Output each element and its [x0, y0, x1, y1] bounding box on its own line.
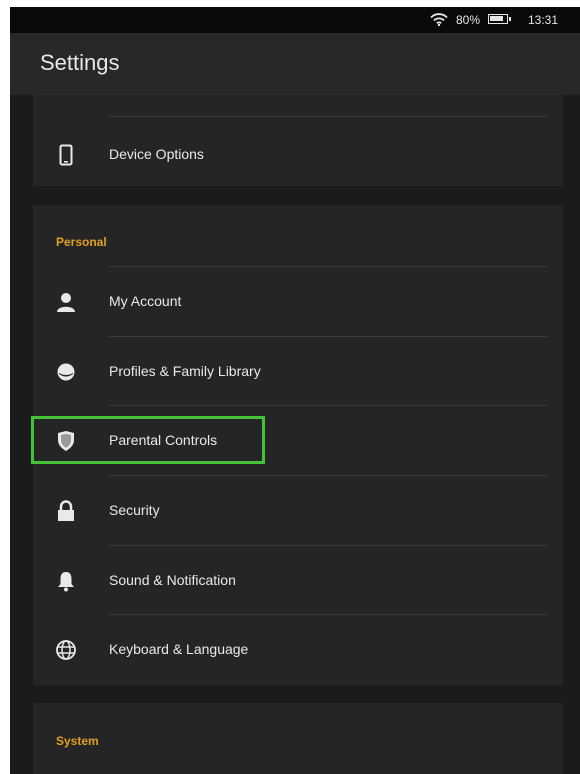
- phone-icon: [53, 142, 79, 168]
- wifi-icon: [430, 13, 448, 29]
- app-bar: Settings: [10, 33, 580, 95]
- globe-icon: [53, 637, 79, 663]
- person-icon: [53, 289, 79, 315]
- divider: [109, 116, 547, 117]
- settings-item-keyboard-language[interactable]: Keyboard & Language: [33, 615, 563, 684]
- item-label: Profiles & Family Library: [109, 363, 261, 379]
- settings-item-device-options[interactable]: Device Options: [33, 120, 563, 189]
- battery-icon: [488, 14, 511, 24]
- system-card: System: [33, 703, 563, 774]
- lock-icon: [53, 498, 79, 524]
- settings-item-profiles-family-library[interactable]: Profiles & Family Library: [33, 337, 563, 406]
- highlight-box: [31, 416, 265, 464]
- device-card: Device Options: [33, 95, 563, 186]
- battery-percent: 80%: [456, 13, 481, 27]
- item-label: My Account: [109, 293, 182, 309]
- profiles-icon: [53, 359, 79, 385]
- settings-item-my-account[interactable]: My Account: [33, 267, 563, 336]
- settings-item-sound-notification[interactable]: Sound & Notification: [33, 546, 563, 615]
- item-label: Device Options: [109, 146, 204, 162]
- item-label: Keyboard & Language: [109, 641, 249, 657]
- tablet-screen: 80% 13:31 Settings Device Options Person…: [10, 7, 580, 774]
- bell-icon: [53, 568, 79, 594]
- status-bar: 80% 13:31: [10, 7, 580, 33]
- settings-item-security[interactable]: Security: [33, 476, 563, 545]
- item-label: Security: [109, 502, 160, 518]
- clock: 13:31: [528, 13, 559, 27]
- page-title: Settings: [40, 50, 120, 75]
- section-header-system: System: [56, 734, 99, 748]
- item-label: Sound & Notification: [109, 572, 236, 588]
- section-header-personal: Personal: [56, 235, 107, 249]
